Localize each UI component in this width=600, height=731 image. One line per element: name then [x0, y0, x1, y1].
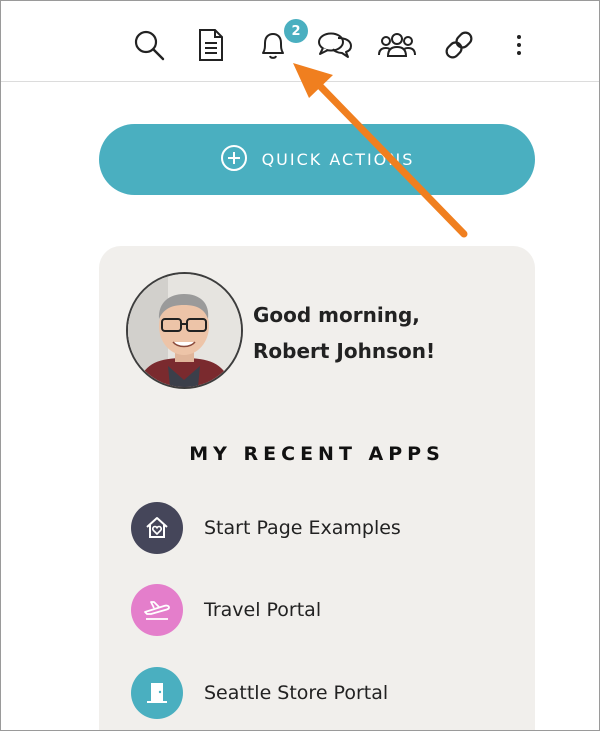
quick-actions-label: QUICK ACTIONS — [261, 150, 415, 169]
app-item-seattle-store-portal[interactable]: Seattle Store Portal — [131, 666, 388, 720]
plus-circle-icon — [220, 144, 248, 176]
link-icon[interactable] — [439, 25, 479, 65]
app-label: Seattle Store Portal — [204, 682, 389, 704]
store-door-icon — [131, 667, 183, 719]
section-title: MY RECENT APPS — [189, 443, 445, 465]
more-vertical-icon[interactable] — [499, 25, 539, 65]
avatar[interactable] — [126, 272, 243, 389]
app-frame: 2 QUICK ACTIONS Good morning, Robert Joh… — [0, 0, 600, 731]
home-heart-icon — [131, 502, 183, 554]
search-icon[interactable] — [129, 25, 169, 65]
app-item-travel-portal[interactable]: Travel Portal — [131, 583, 321, 637]
app-label: Travel Portal — [204, 599, 322, 621]
app-item-start-page-examples[interactable]: Start Page Examples — [131, 501, 401, 555]
document-icon[interactable] — [191, 25, 231, 65]
people-icon[interactable] — [377, 25, 417, 65]
greeting-line-1: Good morning, — [253, 303, 420, 327]
greeting-text: Good morning, Robert Johnson! — [253, 297, 435, 369]
app-label: Start Page Examples — [204, 517, 401, 539]
plane-icon — [131, 584, 183, 636]
chat-icon[interactable] — [315, 25, 355, 65]
top-toolbar: 2 — [1, 1, 599, 82]
quick-actions-button[interactable]: QUICK ACTIONS — [99, 124, 535, 195]
notification-badge: 2 — [284, 19, 308, 43]
greeting-line-2: Robert Johnson! — [253, 339, 436, 363]
